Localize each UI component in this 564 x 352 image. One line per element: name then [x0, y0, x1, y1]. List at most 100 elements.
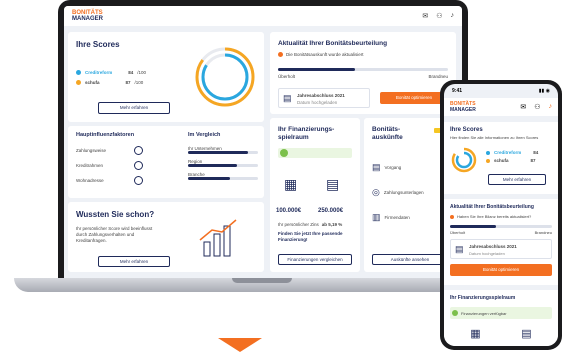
phone-fin-card: Ihr Finanzierungsspielraum Finanzierunge… — [444, 290, 558, 346]
mail-icon[interactable]: ✉ — [422, 12, 428, 20]
scores-title: Ihre Scores — [76, 40, 120, 49]
form-icon: ▤ — [326, 176, 340, 192]
doc-icon-2: ▥ — [372, 212, 381, 222]
phone-fin-notice-box: Finanzierungen verfügbar — [450, 307, 552, 319]
top-bar: BONITÄTS MANAGER ✉ ⚇ ♪ — [64, 6, 462, 26]
phone-doc-box: ▤ Jahresabschluss 2021 Datum hochgeladen — [450, 239, 552, 259]
phone-user-icon[interactable]: ⚇ — [534, 103, 540, 111]
growth-chart-icon — [199, 219, 237, 257]
score-unit-0: /100 — [137, 70, 147, 75]
phone-akt-notice: Haben Sie Ihre Bilanz bereits aktualisie… — [457, 214, 532, 219]
logo[interactable]: BONITÄTS MANAGER — [72, 10, 103, 22]
auskunft-1: Zahlungsunterlagen — [383, 190, 424, 195]
finanzierung-notice — [278, 148, 352, 158]
aktualitaet-notice: Die Bonitätsauskunft wurde aktualisiert — [286, 52, 364, 57]
right-label: Brandneu — [428, 74, 448, 79]
wissen-button[interactable]: Mehr erfahren — [98, 256, 170, 267]
phone-document-icon: ▤ — [455, 244, 464, 254]
compare-bar-2 — [188, 177, 258, 180]
doc-icon-0: ▤ — [372, 162, 381, 172]
phone-creditreform-dot — [486, 150, 490, 155]
laptop-frame: BONITÄTS MANAGER ✉ ⚇ ♪ Ihre Scores Credi… — [58, 0, 468, 278]
phone-form-icon: ▤ — [521, 328, 532, 340]
wissen-title: Wussten Sie schon? — [76, 210, 155, 219]
phone-time: 9:41 — [452, 88, 463, 94]
factor-icon-0 — [134, 146, 143, 155]
phone-scores-card: Ihre Scores Hier finden Sie alle Informa… — [444, 122, 558, 194]
compare-title: Im Vergleich — [188, 132, 221, 138]
wissen-text: Ihr persönlicher Score wird beeinflusst … — [76, 226, 153, 243]
factor-1: Kreditrahmen — [76, 163, 104, 168]
scores-card: Ihre Scores Creditreform 84 /100 schufa … — [68, 32, 264, 122]
phone-score-value-1: 87 — [530, 158, 536, 163]
schufa-dot — [76, 80, 81, 85]
score-value-0: 84 — [128, 70, 134, 75]
phone-score-ring — [451, 147, 477, 173]
phone-optimize-button[interactable]: Bonität optimieren — [450, 264, 552, 276]
aktualitaet-title: Aktualität Ihrer Bonitätsbeurteilung — [278, 40, 388, 47]
document-icon: ▤ — [283, 93, 292, 103]
score-name-0: Creditreform — [85, 70, 113, 75]
factor-icon-1 — [134, 161, 143, 170]
doc-title: Jahresabschluss 2021 — [297, 93, 345, 98]
check-icon — [280, 149, 288, 157]
calculator-icon: ▦ — [284, 176, 298, 192]
amount-1: 100.000€ — [276, 208, 302, 214]
factor-0: Zahlungsweise — [76, 148, 107, 153]
score-value-1: 87 — [125, 80, 131, 85]
user-icon[interactable]: ⚇ — [436, 12, 442, 20]
bell-icon[interactable]: ♪ — [451, 12, 455, 20]
scores-more-button[interactable]: Mehr erfahren — [98, 102, 170, 114]
phone-score-name-1: schufa — [494, 158, 509, 163]
phone-screen: 9:41 ▮▮ ◉ BONITÄTS MANAGER ✉ ⚇ ♪ Ihre Sc… — [444, 84, 558, 346]
logo-bottom: MANAGER — [72, 16, 103, 22]
auskunft-2: Firmendaten — [384, 215, 410, 220]
phone-calculator-icon: ▦ — [470, 328, 481, 340]
auskuenfte-title: Bonitäts-auskünfte — [372, 126, 403, 141]
score-ring — [195, 47, 255, 107]
compare-bar-1 — [188, 164, 258, 167]
phone-bell-icon[interactable]: ♪ — [549, 103, 553, 111]
phone-logo-bottom: MANAGER — [450, 107, 476, 113]
doc-sub: Datum hochgeladen — [297, 100, 338, 105]
laptop-screen: BONITÄTS MANAGER ✉ ⚇ ♪ Ihre Scores Credi… — [64, 6, 462, 278]
phone-check-icon — [452, 310, 458, 316]
aktualitaet-card: Aktualität Ihrer Bonitätsbeurteilung Die… — [270, 32, 456, 114]
wissen-card: Wussten Sie schon? Ihr persönlicher Scor… — [68, 202, 264, 272]
phone-more-button[interactable]: Mehr erfahren — [488, 174, 546, 185]
phone-frame: 9:41 ▮▮ ◉ BONITÄTS MANAGER ✉ ⚇ ♪ Ihre Sc… — [440, 80, 562, 350]
phone-right-label: Brandneu — [534, 230, 552, 235]
phone-fin-title: Ihr Finanzierungsspielraum — [450, 295, 516, 301]
signal-icon: ▮▮ ◉ — [538, 88, 550, 94]
phone-score-name-0: Creditreform — [494, 150, 522, 155]
doc-icon-1: ◎ — [372, 187, 380, 197]
optimize-button[interactable]: Bonität optimieren — [380, 92, 448, 104]
phone-schufa-dot — [486, 158, 490, 163]
phone-akt-bar — [450, 225, 552, 228]
doc-box: ▤ Jahresabschluss 2021 Datum hochgeladen — [278, 88, 370, 108]
factors-card: Hauptinfluenzfaktoren Im Vergleich Zahlu… — [68, 126, 264, 198]
aktualitaet-bar — [278, 68, 448, 71]
phone-akt-card: Aktualität Ihrer Bonitätsbeurteilung Hab… — [444, 199, 558, 285]
factors-title: Hauptinfluenzfaktoren — [76, 132, 135, 138]
creditreform-dot — [76, 70, 81, 75]
phone-left-label: Überholt — [450, 230, 466, 235]
amount-2: 250.000€ — [318, 208, 344, 214]
laptop-notch — [232, 278, 292, 283]
auskunft-0: Vorgang — [384, 165, 402, 170]
factor-2: Wohnadresse — [76, 178, 104, 183]
down-arrow-icon — [218, 338, 262, 352]
auskuenfte-button[interactable]: Auskünfte ansehen — [372, 254, 448, 265]
score-name-1: schufa — [85, 80, 100, 85]
finanzierung-title: Ihr Finanzierungs-spielraum — [278, 126, 335, 141]
left-label: Überholt — [278, 74, 296, 79]
phone-doc-sub: Datum hochgeladen — [469, 251, 505, 256]
finanzierung-button[interactable]: Finanzierungen vergleichen — [278, 254, 352, 265]
phone-akt-title: Aktualität Ihrer Bonitätsbeurteilung — [450, 204, 534, 210]
phone-logo[interactable]: BONITÄTS MANAGER — [450, 101, 476, 113]
phone-mail-icon[interactable]: ✉ — [520, 103, 526, 111]
phone-notice-dot — [450, 214, 454, 219]
phone-scores-sub: Hier finden Sie alle Informationen zu Ih… — [450, 135, 539, 140]
phone-scores-title: Ihre Scores — [450, 127, 483, 133]
rate-value: ab 5,19 % — [321, 222, 343, 227]
